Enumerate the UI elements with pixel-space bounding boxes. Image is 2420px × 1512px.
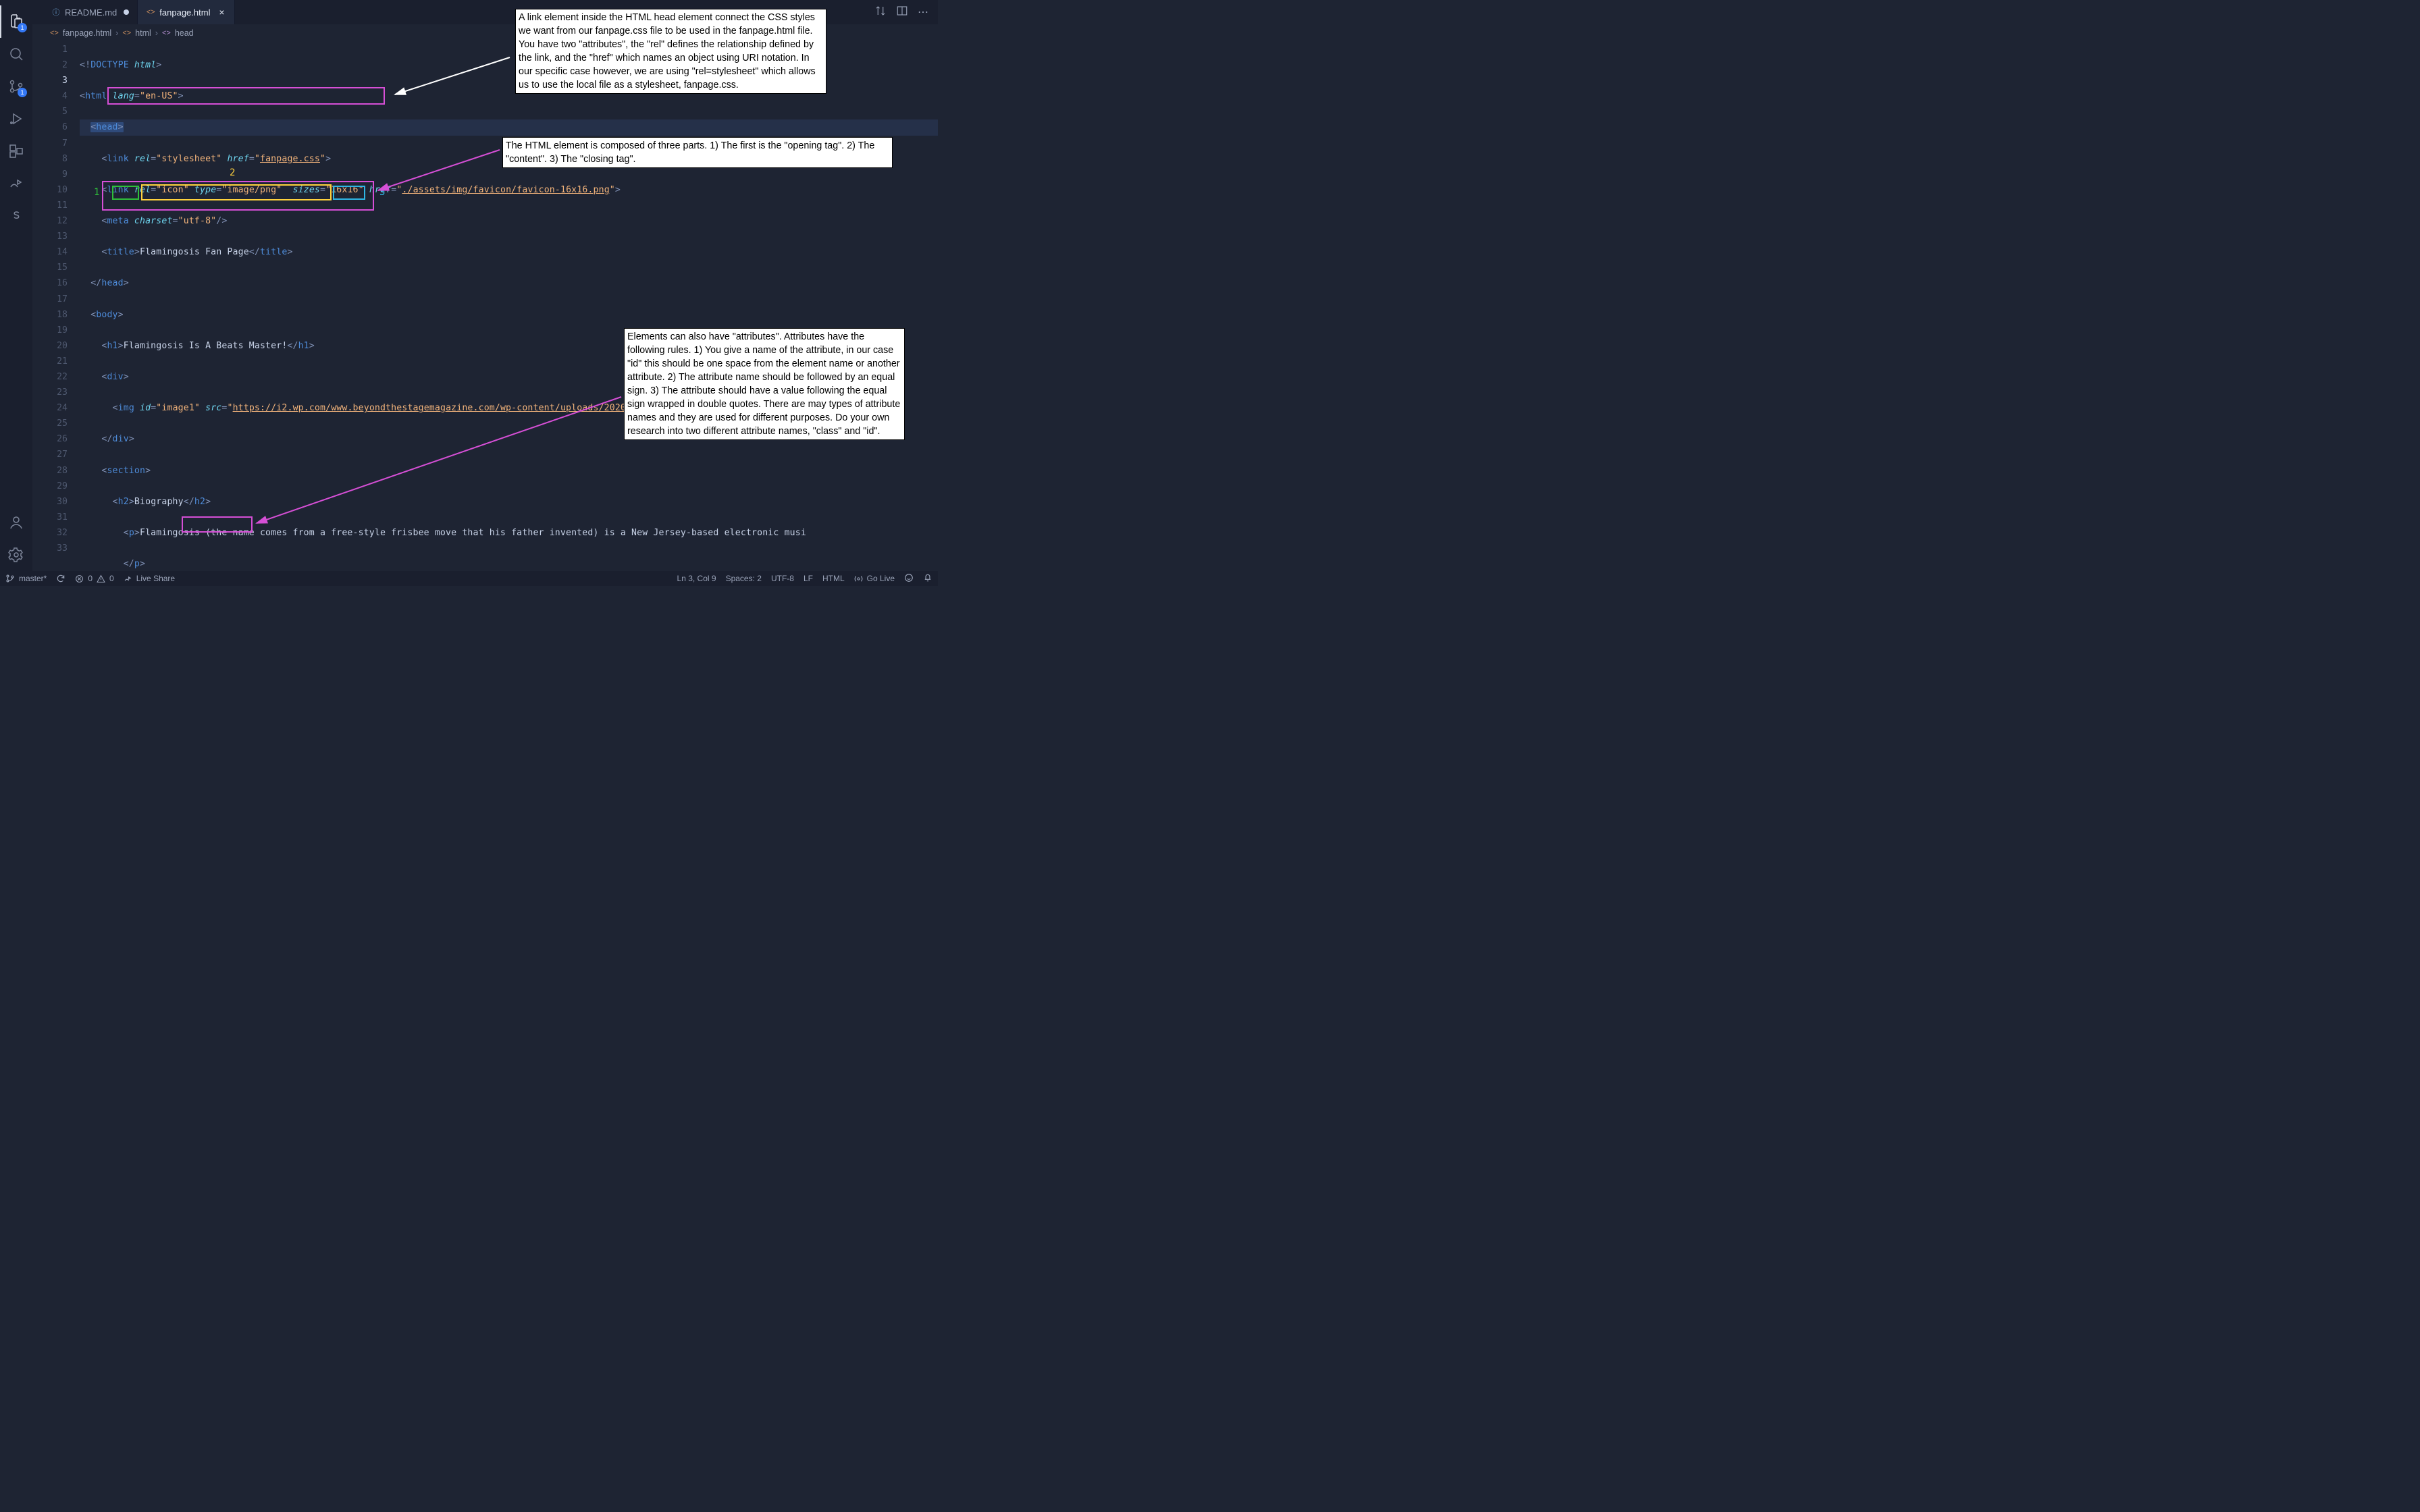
search-icon[interactable] — [0, 38, 32, 70]
html-file-icon: <> — [146, 7, 155, 17]
warnings-count: 0 — [109, 574, 114, 583]
line-gutter: 1234567891011121314151617181920212223242… — [32, 42, 80, 571]
digit-one: 1 — [94, 187, 99, 198]
errors-count: 0 — [88, 574, 93, 583]
golive-label: Go Live — [867, 574, 895, 583]
dirty-indicator-icon — [124, 9, 129, 15]
source-control-icon[interactable]: 1 — [0, 70, 32, 103]
cursor-position[interactable]: Ln 3, Col 9 — [677, 574, 716, 583]
golive-status[interactable]: Go Live — [854, 574, 895, 583]
activity-bar: 1 1 — [0, 0, 32, 571]
callout-text: Elements can also have "attributes". Att… — [627, 331, 900, 437]
more-icon[interactable]: ⋯ — [918, 5, 928, 19]
eol-status[interactable]: LF — [804, 574, 813, 583]
language-mode[interactable]: HTML — [822, 574, 845, 583]
tab-label: README.md — [65, 7, 117, 18]
callout-parts: The HTML element is composed of three pa… — [502, 137, 893, 168]
notifications-icon[interactable] — [923, 573, 932, 585]
indentation-status[interactable]: Spaces: 2 — [726, 574, 762, 583]
liveshare-status[interactable]: Live Share — [124, 574, 175, 583]
digit-three: 3 — [379, 187, 385, 198]
tab-fanpage[interactable]: <> fanpage.html × — [138, 0, 235, 24]
explorer-icon[interactable]: 1 — [0, 5, 32, 38]
breadcrumb-item[interactable]: head — [175, 28, 194, 38]
scm-badge: 1 — [18, 88, 27, 97]
problems-status[interactable]: 0 0 — [75, 574, 113, 583]
code-icon: <> — [122, 29, 131, 37]
explorer-badge: 1 — [18, 23, 27, 32]
code-content[interactable]: <!DOCTYPE html> <html lang="en-US"> <hea… — [80, 42, 938, 571]
breadcrumb-item[interactable]: html — [135, 28, 151, 38]
liveshare-icon[interactable] — [0, 167, 32, 200]
tab-label: fanpage.html — [159, 7, 210, 18]
settings-icon[interactable] — [0, 539, 32, 571]
close-icon[interactable]: × — [217, 7, 226, 17]
liveshare-label: Live Share — [136, 574, 175, 583]
compare-icon[interactable] — [874, 5, 887, 20]
run-debug-icon[interactable] — [0, 103, 32, 135]
callout-text: The HTML element is composed of three pa… — [506, 140, 874, 165]
tab-readme[interactable]: ⓘ README.md — [43, 0, 138, 24]
html-file-icon: <> — [50, 29, 59, 37]
minimap[interactable] — [928, 42, 938, 571]
s-icon[interactable] — [0, 200, 32, 232]
digit-two: 2 — [230, 167, 235, 178]
info-icon: ⓘ — [51, 7, 61, 17]
branch-name: master* — [19, 574, 47, 583]
code-icon: <> — [162, 29, 171, 37]
feedback-icon[interactable] — [904, 573, 914, 585]
encoding-status[interactable]: UTF-8 — [771, 574, 794, 583]
account-icon[interactable] — [0, 506, 32, 539]
code-editor[interactable]: 1234567891011121314151617181920212223242… — [32, 42, 938, 571]
status-bar: master* 0 0 Live Share Ln 3, Col 9 Space… — [0, 571, 938, 586]
breadcrumb-item[interactable]: fanpage.html — [63, 28, 111, 38]
chevron-right-icon: › — [155, 28, 158, 38]
tab-actions: ⋯ — [874, 0, 938, 24]
sync-status[interactable] — [56, 574, 65, 583]
extensions-icon[interactable] — [0, 135, 32, 167]
split-editor-icon[interactable] — [896, 5, 908, 20]
callout-link: A link element inside the HTML head elem… — [515, 9, 826, 94]
callout-text: A link element inside the HTML head elem… — [519, 12, 816, 90]
chevron-right-icon: › — [115, 28, 118, 38]
callout-attrs: Elements can also have "attributes". Att… — [624, 328, 905, 440]
branch-status[interactable]: master* — [5, 574, 47, 583]
